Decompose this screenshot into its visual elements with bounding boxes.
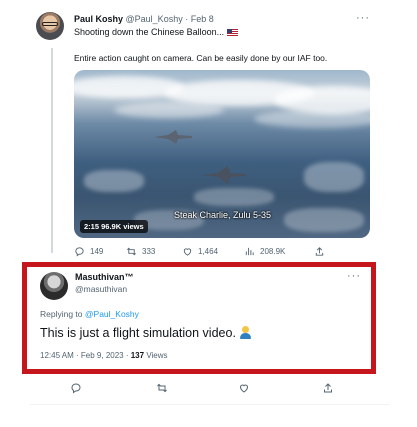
author-name[interactable]: Masuthivan™ [75,272,134,282]
reply-icon [71,383,81,394]
retweet-icon [157,383,167,393]
replying-to-link[interactable]: @Paul_Koshy [85,309,139,319]
divider [30,404,390,405]
reply-icon [75,247,84,257]
reply-count: 149 [90,247,104,256]
view-count: 208.9K [260,247,286,256]
views-count: 137 [130,351,145,360]
author-handle[interactable]: @masuthivan [75,284,127,294]
reply-button[interactable]: 149 [74,246,103,257]
like-count: 1,464 [198,247,219,256]
share-button[interactable] [322,382,339,394]
share-icon [315,247,324,256]
views-button[interactable]: 208.9K [244,246,285,257]
fighter-jet-2 [202,166,246,184]
original-tweet[interactable]: Paul Koshy @Paul_Koshy · Feb 8 ··· Shoot… [36,8,382,266]
reply-action-bar [70,382,350,396]
tweet-text-line1: Shooting down the Chinese Balloon... [74,27,239,37]
video-duration: 2:15 [84,222,100,231]
tweet-text: This is just a flight simulation video. [40,326,252,340]
person-gesturing-emoji-icon [239,326,252,339]
like-button[interactable]: 1,464 [182,246,218,257]
video-badge: 2:15 96.9K views [80,220,148,233]
share-button[interactable] [314,246,330,257]
replying-to: Replying to @Paul_Koshy [40,309,139,319]
views-label: Views [146,351,168,360]
video-player[interactable]: Steak Charlie, Zulu 5-35 2:15 96.9K view… [74,70,370,238]
more-options-icon[interactable]: ··· [347,270,361,282]
tweet-text-line2: Entire action caught on camera. Can be e… [74,53,328,63]
video-caption: Steak Charlie, Zulu 5-35 [174,210,272,220]
share-icon [324,383,332,393]
tweet-metadata: 12:45 AM · Feb 9, 2023 · 137 Views [40,351,168,360]
retweet-button[interactable]: 333 [126,246,155,257]
author-handle[interactable]: @Paul_Koshy [126,14,183,24]
retweet-icon [127,247,136,256]
like-icon [239,384,249,393]
fighter-jet-1 [154,130,192,144]
tweet-timestamp[interactable]: 12:45 AM · Feb 9, 2023 · [40,351,129,360]
tweet-action-bar: 149 333 1,464 208.9K [74,246,334,260]
retweet-button[interactable] [156,382,173,394]
tweet-header: Paul Koshy @Paul_Koshy · Feb 8 [74,14,214,24]
like-button[interactable] [238,382,255,394]
retweet-count: 333 [142,247,156,256]
views-icon [245,247,254,256]
highlighted-reply-tweet[interactable]: Masuthivan™ @masuthivan ··· Replying to … [22,262,376,374]
video-views: 96.9K views [101,222,144,231]
tweet-date[interactable]: Feb 8 [191,14,214,24]
author-name[interactable]: Paul Koshy [74,14,123,24]
like-icon [183,248,192,256]
more-options-icon[interactable]: ··· [356,12,370,24]
us-flag-icon [227,29,239,36]
reply-button[interactable] [70,382,87,394]
avatar[interactable] [36,12,64,40]
avatar[interactable] [40,272,68,300]
